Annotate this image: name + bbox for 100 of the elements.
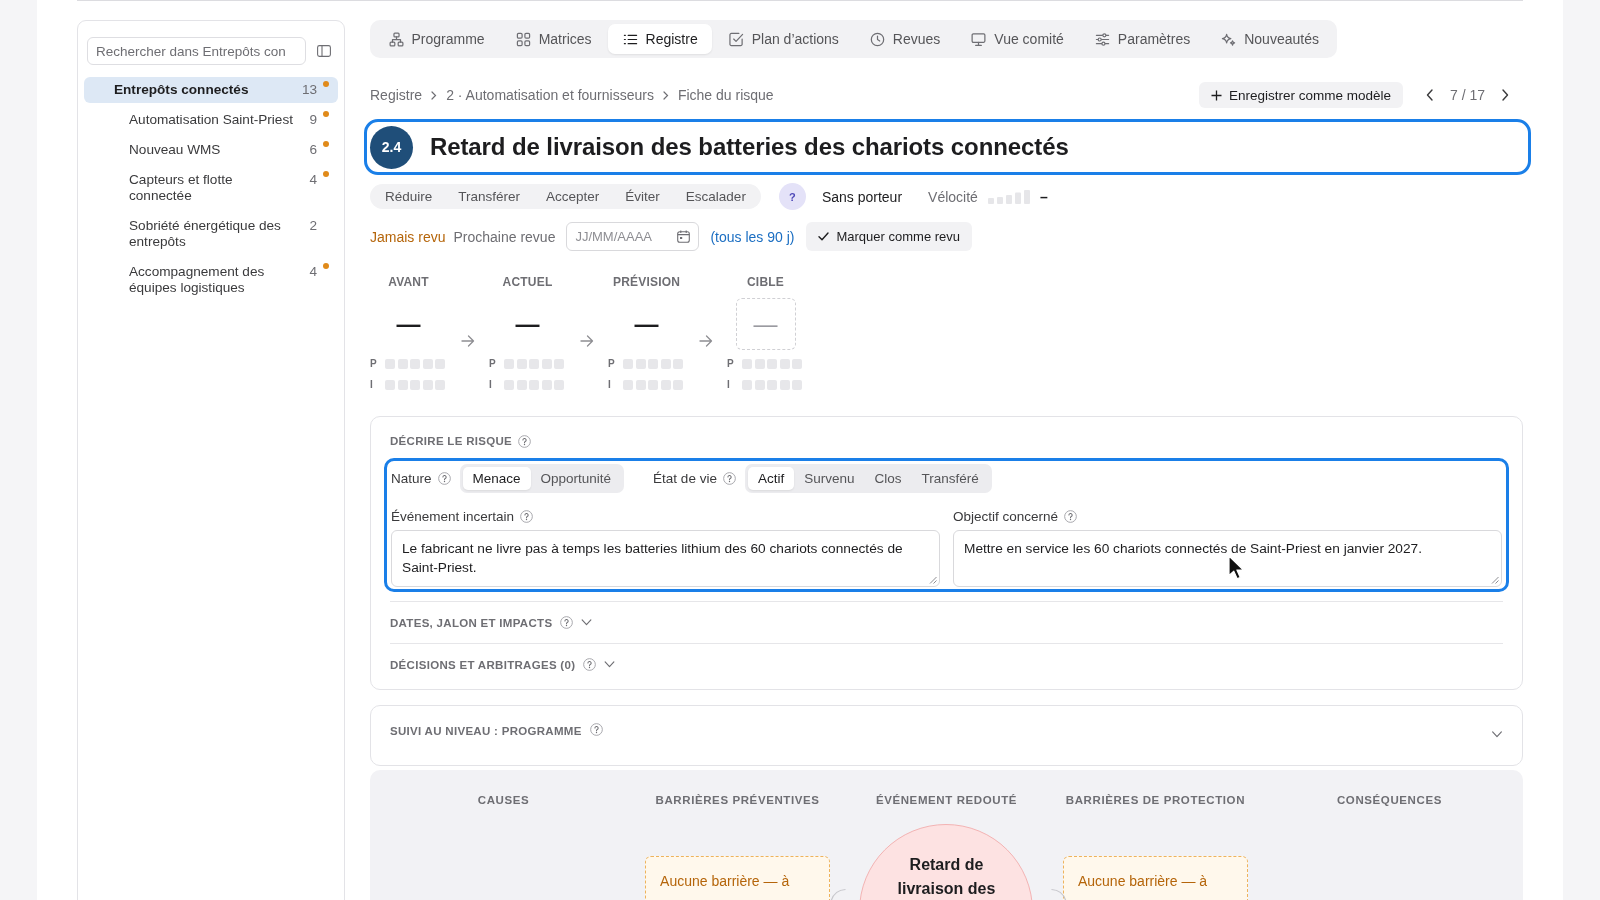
help-icon[interactable]: [437, 472, 451, 485]
rating-square[interactable]: [792, 380, 802, 390]
tab[interactable]: Plan d’actions: [714, 24, 854, 54]
rating-square[interactable]: [673, 380, 683, 390]
sidebar-toggle-icon[interactable]: [317, 45, 331, 57]
tree-item[interactable]: Entrepôts connectés 13: [84, 77, 338, 103]
lifecycle-option[interactable]: Transféré: [911, 467, 989, 490]
calendar-icon[interactable]: [677, 230, 691, 243]
tree-item[interactable]: Nouveau WMS 6: [84, 135, 338, 165]
lifecycle-option[interactable]: Actif: [747, 467, 795, 490]
help-icon[interactable]: [722, 472, 736, 485]
rating-square[interactable]: [385, 380, 395, 390]
resize-grip-icon[interactable]: [1491, 576, 1499, 584]
tree-item[interactable]: Accompagnement des équipes logistiques 4: [84, 257, 338, 303]
help-icon[interactable]: [518, 434, 532, 448]
rating-square[interactable]: [554, 359, 564, 369]
chevron-down-icon[interactable]: [581, 619, 593, 626]
chevron-down-icon[interactable]: [604, 661, 616, 668]
chevron-right-icon[interactable]: [1502, 89, 1509, 101]
help-icon[interactable]: [560, 616, 574, 629]
rating-scale[interactable]: [623, 359, 683, 369]
rating-square[interactable]: [623, 359, 633, 369]
rating-square[interactable]: [435, 380, 445, 390]
response-option[interactable]: Éviter: [612, 186, 673, 207]
rating-square[interactable]: [516, 359, 527, 369]
rating-scale[interactable]: [385, 380, 445, 390]
rating-square[interactable]: [779, 359, 790, 369]
response-option[interactable]: Réduire: [372, 186, 446, 207]
tree-item[interactable]: Capteurs et flotte connectée 4: [84, 165, 338, 211]
rating-square[interactable]: [422, 359, 433, 369]
rating-scale[interactable]: [385, 359, 445, 369]
rating-square[interactable]: [742, 359, 752, 369]
help-icon[interactable]: [1064, 509, 1078, 523]
rating-square[interactable]: [410, 359, 420, 369]
event-circle[interactable]: Retard de livraison des: [859, 824, 1034, 900]
rating-square[interactable]: [635, 359, 646, 369]
rating-square[interactable]: [504, 380, 514, 390]
rating-scale[interactable]: [504, 359, 564, 369]
rating-square[interactable]: [754, 380, 765, 390]
rating-square[interactable]: [397, 380, 408, 390]
tab[interactable]: Paramètres: [1080, 24, 1205, 54]
rating-scale[interactable]: [742, 380, 802, 390]
tab[interactable]: Nouveautés: [1206, 24, 1334, 54]
rating-square[interactable]: [792, 359, 802, 369]
barrier-card[interactable]: Aucune barrière — à: [645, 856, 831, 900]
rating-square[interactable]: [648, 380, 658, 390]
help-icon[interactable]: [583, 658, 597, 671]
rating-square[interactable]: [435, 359, 445, 369]
tab[interactable]: Revues: [855, 24, 955, 54]
rating-square[interactable]: [410, 380, 420, 390]
chevron-left-icon[interactable]: [1425, 89, 1433, 101]
barrier-card[interactable]: Aucune barrière — à: [1062, 856, 1248, 900]
rating-scale[interactable]: [742, 359, 802, 369]
help-icon[interactable]: [589, 723, 603, 736]
rating-square[interactable]: [779, 380, 790, 390]
date-field[interactable]: JJ/MM/AAAA: [566, 222, 700, 251]
rating-square[interactable]: [541, 380, 552, 390]
tab[interactable]: Matrices: [501, 24, 607, 54]
rating-square[interactable]: [754, 359, 765, 369]
response-option[interactable]: Escalader: [672, 186, 759, 207]
rating-square[interactable]: [648, 359, 658, 369]
rating-square[interactable]: [623, 380, 633, 390]
text-area[interactable]: Le fabricant ne livre pas à temps les batteries lithium des 60 chariots connectés de Saint-Priest.: [391, 530, 940, 587]
resize-grip-icon[interactable]: [929, 576, 937, 584]
text-area[interactable]: Mettre en service les 60 chariots connectés de Saint-Priest en janvier 2027.: [953, 530, 1502, 587]
nature-option[interactable]: Opportunité: [530, 467, 622, 490]
save-template-button[interactable]: Enregistrer comme modèle: [1198, 82, 1403, 108]
rating-square[interactable]: [541, 359, 552, 369]
rating-square[interactable]: [385, 359, 395, 369]
tab[interactable]: Registre: [608, 24, 713, 54]
owner-avatar[interactable]: ?: [778, 183, 806, 210]
rating-square[interactable]: [673, 359, 683, 369]
breadcrumb-link[interactable]: Registre: [370, 87, 423, 103]
rating-square[interactable]: [660, 359, 671, 369]
search-field[interactable]: Rechercher dans Entrepôts con: [87, 37, 306, 65]
rating-square[interactable]: [660, 380, 671, 390]
nature-option[interactable]: Menace: [462, 467, 531, 490]
rating-square[interactable]: [529, 359, 539, 369]
rating-square[interactable]: [422, 380, 433, 390]
chevron-down-icon[interactable]: [1491, 731, 1503, 738]
lifecycle-option[interactable]: Clos: [864, 467, 912, 490]
rating-square[interactable]: [504, 359, 514, 369]
review-frequency-link[interactable]: (tous les 90 j): [710, 228, 795, 245]
response-option[interactable]: Transférer: [445, 186, 534, 207]
lifecycle-option[interactable]: Survenu: [794, 467, 865, 490]
rating-square[interactable]: [635, 380, 646, 390]
tree-item[interactable]: Automatisation Saint-Priest 9: [84, 105, 338, 135]
rating-square[interactable]: [529, 380, 539, 390]
title-field[interactable]: 2.4 Retard de livraison des batteries des chariots connectés: [364, 119, 1531, 175]
rating-square[interactable]: [767, 359, 777, 369]
rating-square[interactable]: [767, 380, 777, 390]
tree-item[interactable]: Sobriété énergétique des entrepôts 2: [84, 211, 338, 257]
rating-square[interactable]: [516, 380, 527, 390]
rating-square[interactable]: [397, 359, 408, 369]
help-icon[interactable]: [520, 509, 534, 523]
tab[interactable]: Vue comité: [956, 24, 1079, 54]
response-option[interactable]: Accepter: [533, 186, 613, 207]
rating-square[interactable]: [554, 380, 564, 390]
breadcrumb-link[interactable]: 2 · Automatisation et fournisseurs: [446, 87, 654, 103]
rating-square[interactable]: [742, 380, 752, 390]
